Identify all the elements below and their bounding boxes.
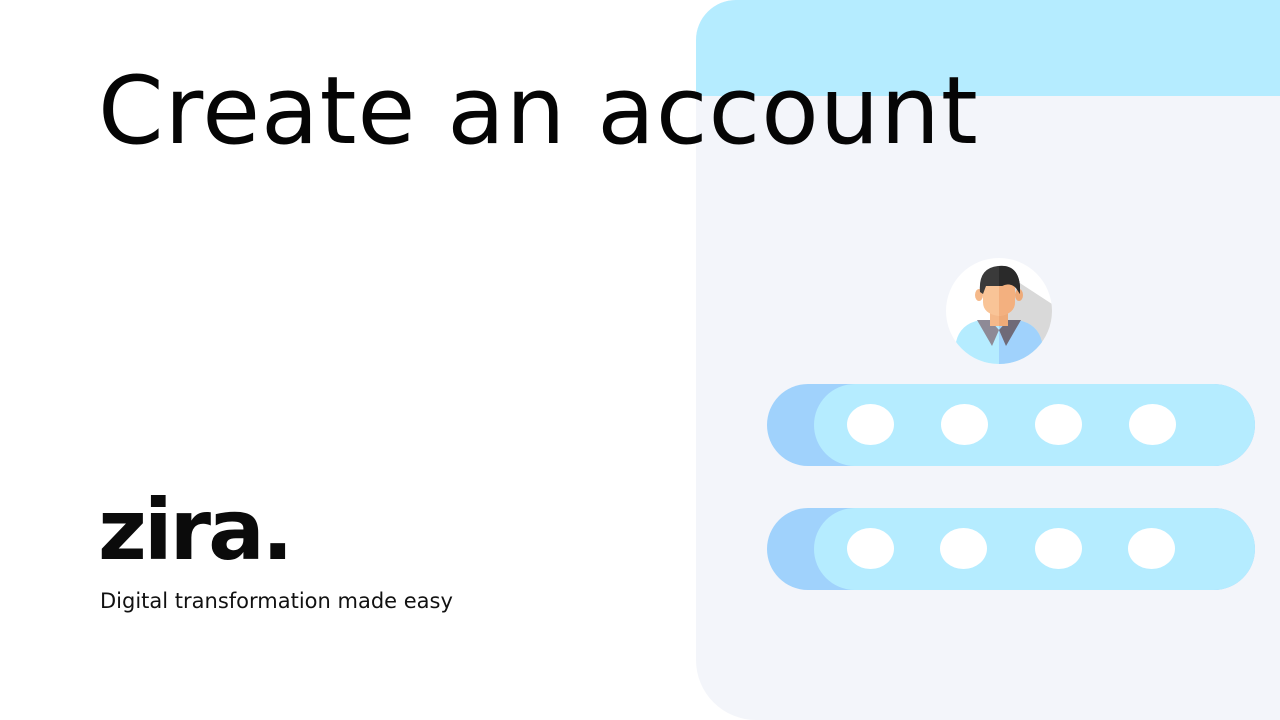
page-title: Create an account <box>98 57 979 166</box>
masked-char-dot <box>847 528 894 569</box>
masked-char-dot <box>1035 528 1082 569</box>
masked-char-dot <box>941 404 988 445</box>
masked-char-dot <box>940 528 987 569</box>
slide-canvas: Create an account zira. Digital transfor… <box>0 0 1280 720</box>
masked-char-dot <box>1129 404 1176 445</box>
masked-char-dot <box>1128 528 1175 569</box>
brand-tagline: Digital transformation made easy <box>100 589 453 613</box>
masked-char-dot <box>1035 404 1082 445</box>
brand-logo: zira. <box>98 481 294 579</box>
user-avatar-icon <box>946 258 1052 364</box>
password-field <box>767 508 1255 590</box>
masked-char-dot <box>847 404 894 445</box>
username-field <box>767 384 1255 466</box>
